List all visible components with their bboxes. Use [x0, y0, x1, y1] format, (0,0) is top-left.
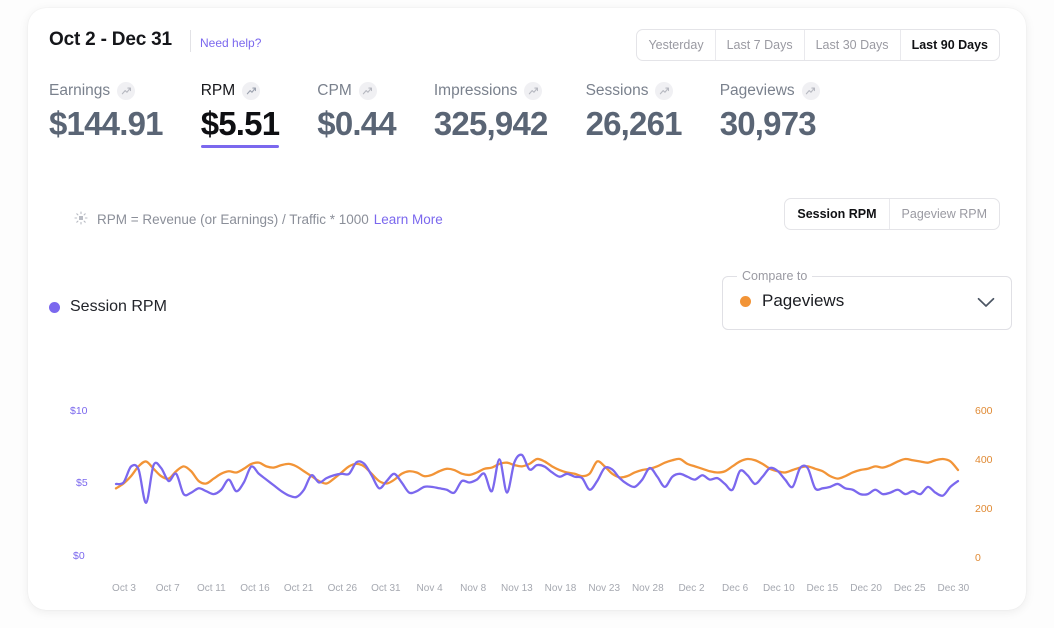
lightbulb-icon	[74, 211, 88, 228]
metric-rpm-label: RPM	[200, 82, 236, 99]
rpm-formula-row: RPM = Revenue (or Earnings) / Traffic * …	[74, 211, 443, 228]
metric-pageviews[interactable]: Pageviews 30,973	[720, 80, 820, 144]
metric-rpm-head: RPM	[201, 80, 280, 102]
compare-to-dropdown[interactable]: Compare to Pageviews	[722, 269, 1012, 330]
header-divider	[190, 30, 191, 52]
chart-svg: $10 $5 $0 600 400 200 0 Oct 3 Oct 7 Oct 11…	[70, 405, 993, 594]
trend-up-icon	[117, 82, 136, 100]
x-axis-tick-label: Oct 3	[112, 583, 136, 594]
need-help-link[interactable]: Need help?	[200, 36, 261, 50]
metric-impressions-value: 325,942	[433, 105, 548, 142]
metric-cpm-value: $0.44	[317, 105, 396, 142]
metric-sessions-label: Sessions	[585, 82, 649, 99]
legend-dot-pageviews	[740, 295, 751, 307]
x-axis-tick-label: Nov 4	[417, 583, 444, 594]
metric-rpm-active-underline	[200, 145, 280, 148]
card-header: Oct 2 - Dec 31 Need help? Yesterday Last…	[28, 8, 1026, 70]
x-axis-tick-label: Nov 8	[460, 583, 487, 594]
chart-line-session-rpm	[114, 453, 960, 504]
rpm-toggle-session[interactable]: Session RPM	[785, 199, 890, 229]
x-axis-tick-label: Dec 25	[894, 583, 926, 594]
metric-sessions-head: Sessions	[586, 80, 682, 102]
y-axis-left-tick-0: $0	[73, 550, 85, 562]
compare-to-selected: Pageviews	[740, 291, 844, 311]
date-range-segmented-control[interactable]: Yesterday Last 7 Days Last 30 Days Last …	[636, 29, 1000, 61]
metric-cpm-head: CPM	[317, 80, 396, 102]
x-axis-tick-label: Dec 6	[722, 583, 749, 594]
date-range-title: Oct 2 - Dec 31	[49, 29, 172, 50]
x-axis-tick-label: Oct 7	[156, 583, 180, 594]
dashboard-page: Oct 2 - Dec 31 Need help? Yesterday Last…	[0, 0, 1054, 628]
legend-label-session-rpm: Session RPM	[70, 298, 167, 315]
rpm-toggle-pageview[interactable]: Pageview RPM	[890, 199, 999, 229]
metric-impressions[interactable]: Impressions 325,942	[434, 80, 548, 144]
x-axis-tick-label: Dec 30	[938, 583, 970, 594]
x-axis-tick-label: Oct 31	[371, 583, 401, 594]
metric-rpm[interactable]: RPM $5.51	[200, 80, 280, 148]
y-axis-right-tick-400: 400	[975, 454, 993, 466]
metric-cpm-label: CPM	[317, 82, 352, 99]
x-axis-tick-label: Nov 23	[588, 583, 620, 594]
y-axis-right-tick-600: 600	[975, 405, 993, 417]
y-axis-right-tick-200: 200	[975, 503, 993, 515]
metrics-row: Earnings $144.91 RPM $5.51 CPM $0.44 Imp…	[49, 80, 858, 148]
chart-legend: Session RPM	[49, 298, 167, 316]
trend-up-icon	[358, 82, 377, 100]
x-axis-tick-label: Oct 16	[240, 583, 270, 594]
metric-impressions-head: Impressions	[434, 80, 548, 102]
y-axis-right-tick-0: 0	[975, 552, 981, 564]
compare-to-selected-text: Pageviews	[762, 291, 845, 310]
x-axis-tick-label: Dec 2	[678, 583, 705, 594]
range-button-last-90-days[interactable]: Last 90 Days	[901, 30, 999, 60]
rpm-formula-text: RPM = Revenue (or Earnings) / Traffic * …	[97, 212, 369, 227]
x-axis-tick-label: Nov 28	[632, 583, 664, 594]
range-button-last-30-days[interactable]: Last 30 Days	[805, 30, 901, 60]
compare-to-label: Compare to	[737, 269, 813, 283]
metric-sessions[interactable]: Sessions 26,261	[585, 80, 683, 144]
learn-more-link[interactable]: Learn More	[374, 212, 443, 227]
range-button-last-7-days[interactable]: Last 7 Days	[716, 30, 805, 60]
y-axis-left-tick-10: $10	[70, 405, 88, 417]
trend-up-icon	[655, 82, 674, 100]
metric-pageviews-head: Pageviews	[720, 80, 820, 102]
rpm-pageviews-chart: $10 $5 $0 600 400 200 0 Oct 3 Oct 7 Oct 11…	[28, 353, 1026, 603]
range-button-yesterday[interactable]: Yesterday	[637, 30, 716, 60]
rpm-type-segmented-control[interactable]: Session RPM Pageview RPM	[784, 198, 1000, 230]
trend-up-icon	[242, 82, 261, 100]
x-axis-tick-label: Oct 26	[328, 583, 358, 594]
x-axis-tick-label: Nov 18	[545, 583, 577, 594]
x-axis-tick-label: Oct 11	[197, 583, 226, 594]
x-axis-tick-label: Dec 20	[850, 583, 882, 594]
chevron-down-icon[interactable]	[977, 295, 995, 313]
metric-earnings[interactable]: Earnings $144.91	[49, 80, 163, 144]
metric-pageviews-value: 30,973	[719, 105, 817, 142]
trend-up-icon	[801, 82, 820, 100]
y-axis-left-tick-5: $5	[76, 477, 88, 489]
metric-earnings-head: Earnings	[49, 80, 163, 102]
metric-rpm-value: $5.51	[200, 105, 280, 142]
metric-earnings-label: Earnings	[49, 82, 111, 99]
x-axis-tick-label: Oct 21	[284, 583, 314, 594]
metric-cpm[interactable]: CPM $0.44	[317, 80, 397, 144]
x-axis-tick-label: Dec 15	[807, 583, 839, 594]
left-axis-ticks: $10 $5 $0	[70, 405, 88, 562]
right-axis-ticks: 600 400 200 0	[975, 405, 993, 564]
x-axis-tick-labels: Oct 3 Oct 7 Oct 11 Oct 16 Oct 21 Oct 26 Oct 31…	[112, 583, 970, 594]
metric-impressions-label: Impressions	[433, 82, 518, 99]
analytics-card: Oct 2 - Dec 31 Need help? Yesterday Last…	[28, 8, 1026, 610]
metric-earnings-value: $144.91	[49, 105, 163, 142]
x-axis-tick-label: Nov 13	[501, 583, 533, 594]
metric-sessions-value: 26,261	[585, 105, 683, 142]
legend-dot-session-rpm	[49, 301, 60, 313]
metric-pageviews-label: Pageviews	[719, 82, 795, 99]
trend-up-icon	[524, 82, 543, 100]
x-axis-tick-label: Dec 10	[763, 583, 795, 594]
